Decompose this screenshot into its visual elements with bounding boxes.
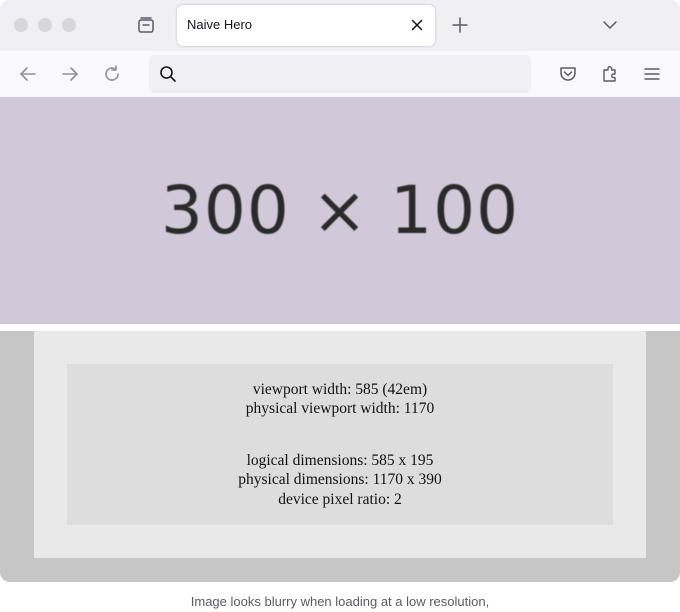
puzzle-icon[interactable] xyxy=(599,63,621,85)
tab-active[interactable]: Naive Hero xyxy=(177,5,435,46)
minimize-window-button[interactable] xyxy=(38,18,52,32)
device-pixel-ratio-text: device pixel ratio: 2 xyxy=(278,491,402,508)
pocket-icon[interactable] xyxy=(557,63,579,85)
arrow-right-icon[interactable] xyxy=(59,63,81,85)
navigation-toolbar xyxy=(0,51,680,98)
tab-overview-icon[interactable] xyxy=(134,13,158,37)
close-icon[interactable] xyxy=(407,15,427,35)
arrow-left-icon[interactable] xyxy=(17,63,39,85)
viewport-width-text: viewport width: 585 (42em) xyxy=(252,381,428,398)
chevron-down-icon[interactable] xyxy=(599,14,621,36)
hero-image: 300 × 100 xyxy=(0,97,680,324)
close-window-button[interactable] xyxy=(14,18,28,32)
tab-title: Naive Hero xyxy=(187,17,253,32)
search-icon xyxy=(159,65,177,83)
hamburger-menu-icon[interactable] xyxy=(641,63,663,85)
tab-bar: Naive Hero xyxy=(0,0,680,51)
logical-dimensions-text: logical dimensions: 585 x 195 xyxy=(246,452,434,469)
plus-icon[interactable] xyxy=(449,14,471,36)
url-bar[interactable] xyxy=(149,55,531,93)
browser-window: Naive Hero 300 × 100 viewport width: 585… xyxy=(0,0,680,582)
url-input[interactable] xyxy=(185,64,519,86)
physical-viewport-width-text: physical viewport width: 1170 xyxy=(245,400,435,417)
hero-divider xyxy=(0,324,680,331)
info-box: viewport width: 585 (42em) physical view… xyxy=(67,364,613,525)
info-panel: viewport width: 585 (42em) physical view… xyxy=(34,331,646,558)
figure-caption: Image looks blurry when loading at a low… xyxy=(190,594,490,609)
reload-icon[interactable] xyxy=(101,63,123,85)
hero-placeholder-text: 300 × 100 xyxy=(160,172,520,249)
physical-dimensions-text: physical dimensions: 1170 x 390 xyxy=(238,471,442,488)
zoom-window-button[interactable] xyxy=(62,18,76,32)
